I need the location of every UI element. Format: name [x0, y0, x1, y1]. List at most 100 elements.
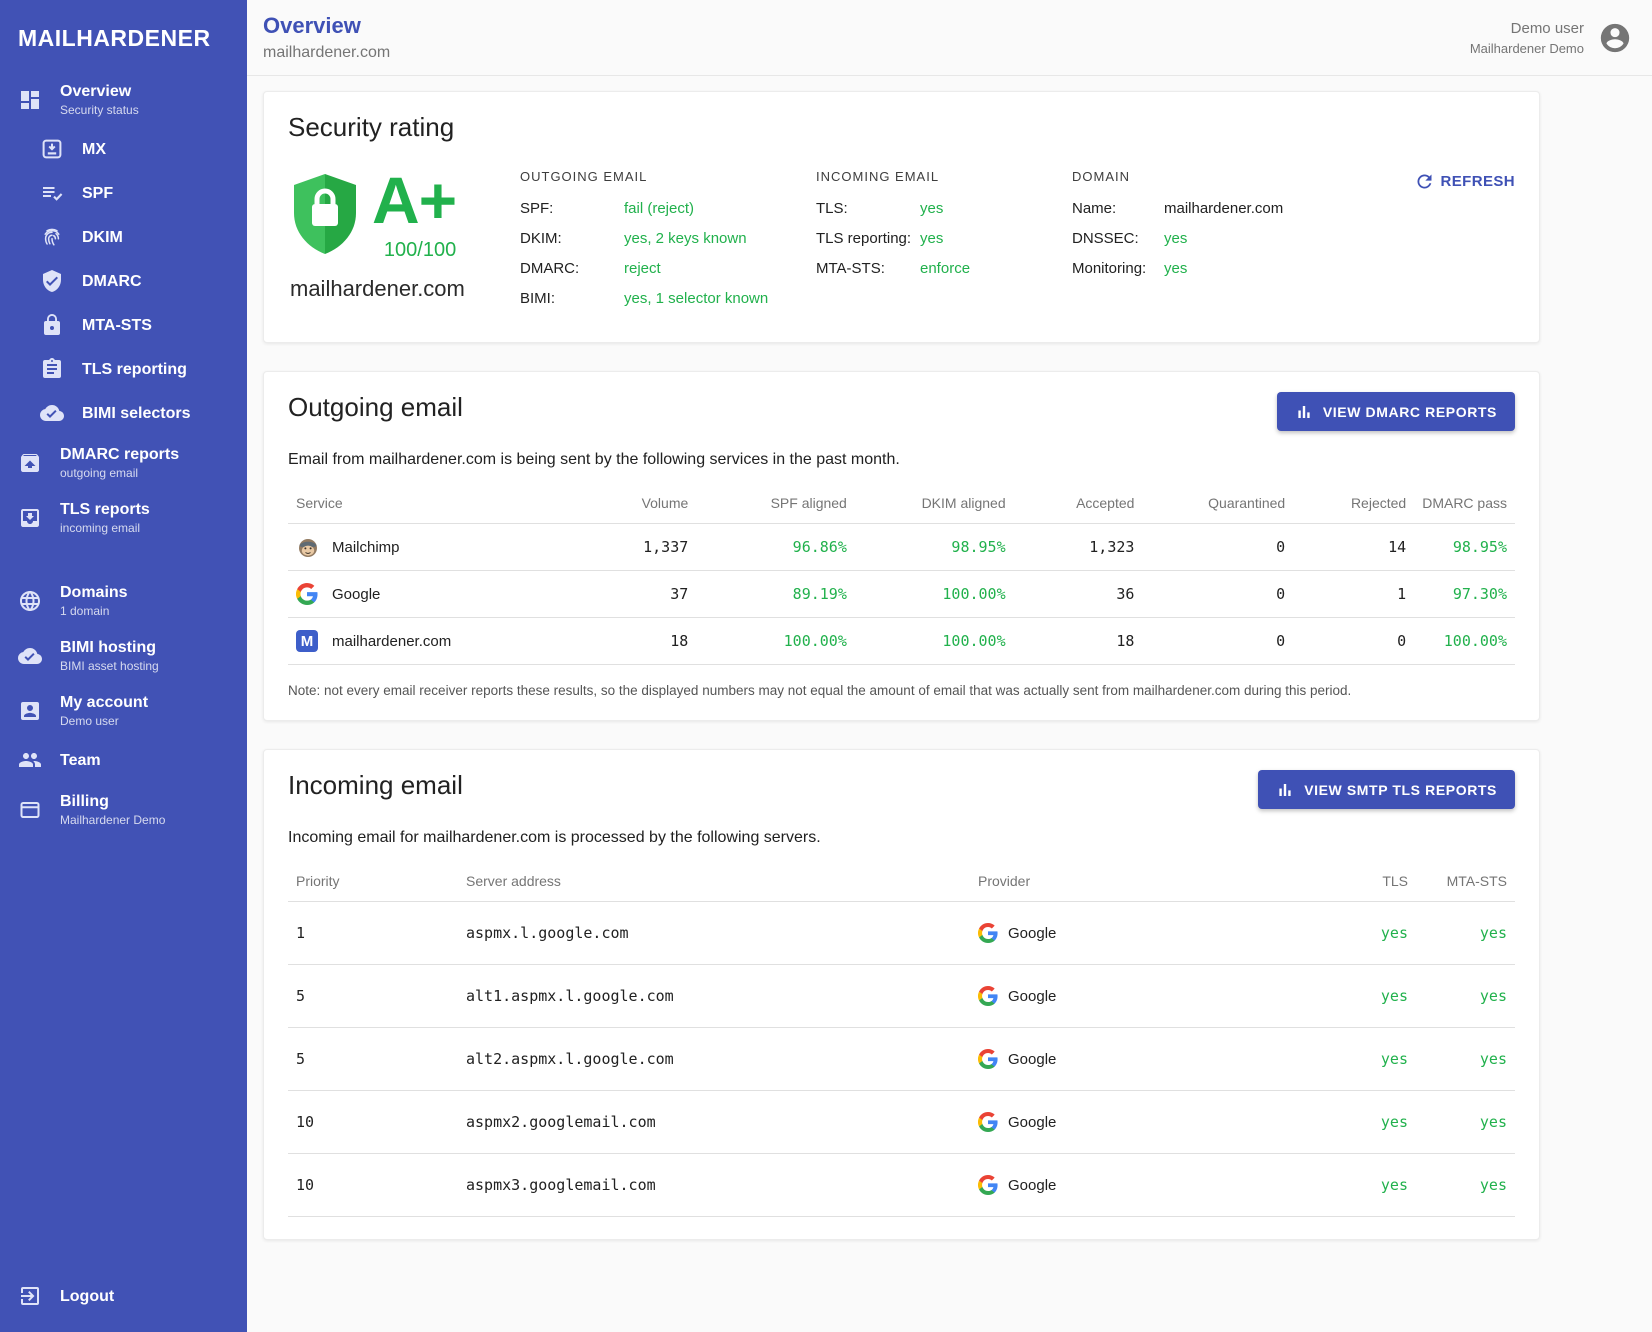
- google-icon: [978, 1175, 998, 1195]
- list-check-icon: [40, 181, 64, 205]
- sidebar-item-bimi-selectors[interactable]: BIMI selectors: [0, 391, 247, 435]
- kv-value: yes: [1164, 230, 1187, 247]
- table-row[interactable]: 5 alt2.aspmx.l.google.com Google yes yes: [288, 1028, 1515, 1091]
- nav-group-gap: [0, 545, 247, 573]
- sidebar-item-dmarc[interactable]: DMARC: [0, 259, 247, 303]
- outgoing-email-description: Email from mailhardener.com is being sen…: [288, 451, 1515, 469]
- main-area: Overview mailhardener.com Demo user Mail…: [247, 0, 1652, 1332]
- kv-label: BIMI:: [520, 290, 624, 307]
- shield-check-icon: [40, 269, 64, 293]
- lock-icon: [40, 313, 64, 337]
- inbox-download-icon: [40, 137, 64, 161]
- sidebar-item-overview[interactable]: OverviewSecurity status: [0, 72, 247, 127]
- account-circle-icon[interactable]: [1598, 21, 1632, 55]
- incoming-email-card: Incoming email VIEW SMTP TLS REPORTS Inc…: [263, 749, 1540, 1240]
- security-rating-title: Security rating: [288, 112, 1515, 143]
- sidebar-item-dmarc-reports[interactable]: DMARC reportsoutgoing email: [0, 435, 247, 490]
- kv-label: DKIM:: [520, 230, 624, 247]
- view-dmarc-reports-button[interactable]: VIEW DMARC REPORTS: [1277, 392, 1515, 431]
- rated-domain: mailhardener.com: [290, 276, 520, 302]
- sidebar-item-bimi-hosting[interactable]: BIMI hostingBIMI asset hosting: [0, 628, 247, 683]
- outgoing-email-table: Service Volume SPF aligned DKIM aligned …: [288, 483, 1515, 665]
- incoming-email-table: Priority Server address Provider TLS MTA…: [288, 861, 1515, 1217]
- page-head: Overview mailhardener.com: [263, 13, 390, 62]
- kv-label: TLS:: [816, 200, 920, 217]
- kv-label: TLS reporting:: [816, 230, 920, 247]
- kv-value: yes, 2 keys known: [624, 230, 747, 247]
- sidebar-item-billing[interactable]: BillingMailhardener Demo: [0, 782, 247, 837]
- sidebar-item-my-account[interactable]: My accountDemo user: [0, 683, 247, 738]
- refresh-icon: [1414, 171, 1435, 192]
- top-bar: Overview mailhardener.com Demo user Mail…: [247, 0, 1652, 76]
- outgoing-email-title: Outgoing email: [288, 392, 463, 423]
- kv-value: yes: [920, 230, 943, 247]
- kv-label: Name:: [1072, 200, 1164, 217]
- kv-label: Monitoring:: [1072, 260, 1164, 277]
- kv-value: enforce: [920, 260, 970, 277]
- sidebar-item-mx[interactable]: MX: [0, 127, 247, 171]
- user-meta: Demo user Mailhardener Demo: [1470, 20, 1584, 56]
- score-block: A+ 100/100 mailhardener.com: [288, 169, 520, 320]
- unarchive-icon: [18, 451, 42, 475]
- sidebar-item-team[interactable]: Team: [0, 738, 247, 782]
- table-row[interactable]: 1 aspmx.l.google.com Google yes yes: [288, 902, 1515, 965]
- kv-label: DMARC:: [520, 260, 624, 277]
- mailchimp-icon: [296, 535, 320, 559]
- outgoing-email-heading: OUTGOING EMAIL: [520, 169, 788, 184]
- sidebar-item-domains[interactable]: Domains1 domain: [0, 573, 247, 628]
- table-row[interactable]: 10 aspmx3.googlemail.com Google yes yes: [288, 1154, 1515, 1217]
- account-box-icon: [18, 699, 42, 723]
- security-rating-card: Security rating A+ 100/100 mailhardener.…: [263, 91, 1540, 343]
- clipboard-icon: [40, 357, 64, 381]
- app-logo: MAILHARDENER: [0, 0, 247, 72]
- globe-icon: [18, 589, 42, 613]
- kv-label: DNSSEC:: [1072, 230, 1164, 247]
- user-area: Demo user Mailhardener Demo: [1470, 20, 1632, 56]
- sidebar: MAILHARDENER OverviewSecurity status MX …: [0, 0, 247, 1332]
- sidebar-item-tls-reporting[interactable]: TLS reporting: [0, 347, 247, 391]
- table-row[interactable]: 5 alt1.aspmx.l.google.com Google yes yes: [288, 965, 1515, 1028]
- table-row[interactable]: 10 aspmx2.googlemail.com Google yes yes: [288, 1091, 1515, 1154]
- kv-label: MTA-STS:: [816, 260, 920, 277]
- google-icon: [978, 923, 998, 943]
- page-subtitle: mailhardener.com: [263, 44, 390, 62]
- user-name: Demo user: [1470, 20, 1584, 37]
- table-row[interactable]: Google 37 89.19% 100.00% 36 0 1 97.30%: [288, 571, 1515, 618]
- kv-value: fail (reject): [624, 200, 694, 217]
- fingerprint-icon: [40, 225, 64, 249]
- kv-value: yes, 1 selector known: [624, 290, 768, 307]
- logout-button[interactable]: Logout: [0, 1274, 247, 1318]
- page-title: Overview: [263, 13, 390, 39]
- user-organization: Mailhardener Demo: [1470, 41, 1584, 56]
- incoming-email-description: Incoming email for mailhardener.com is p…: [288, 829, 1515, 847]
- security-grade: A+: [372, 169, 456, 231]
- shield-lock-icon: [288, 169, 362, 259]
- app-root: MAILHARDENER OverviewSecurity status MX …: [0, 0, 1652, 1332]
- cloud-check-icon: [40, 401, 64, 425]
- sidebar-item-spf[interactable]: SPF: [0, 171, 247, 215]
- google-icon: [978, 986, 998, 1006]
- mailhardener-icon: M: [296, 629, 320, 653]
- kv-value: yes: [920, 200, 943, 217]
- incoming-email-heading: INCOMING EMAIL: [816, 169, 1044, 184]
- refresh-button[interactable]: REFRESH: [1414, 169, 1515, 193]
- table-row[interactable]: Mailchimp 1,337 96.86% 98.95% 1,323 0 14…: [288, 524, 1515, 571]
- cloud-check-icon: [18, 644, 42, 668]
- table-row[interactable]: Mmailhardener.com 18 100.00% 100.00% 18 …: [288, 618, 1515, 665]
- google-icon: [978, 1049, 998, 1069]
- outgoing-email-card: Outgoing email VIEW DMARC REPORTS Email …: [263, 371, 1540, 721]
- move-to-inbox-icon: [18, 506, 42, 530]
- kv-label: SPF:: [520, 200, 624, 217]
- view-smtp-tls-reports-button[interactable]: VIEW SMTP TLS REPORTS: [1258, 770, 1515, 809]
- logout-icon: [18, 1284, 42, 1308]
- sidebar-item-mta-sts[interactable]: MTA-STS: [0, 303, 247, 347]
- sidebar-nav: OverviewSecurity status MX SPF DKIM DMAR…: [0, 72, 247, 837]
- outgoing-email-note: Note: not every email receiver reports t…: [288, 683, 1515, 698]
- incoming-email-title: Incoming email: [288, 770, 463, 801]
- sidebar-item-dkim[interactable]: DKIM: [0, 215, 247, 259]
- sidebar-item-tls-reports[interactable]: TLS reportsincoming email: [0, 490, 247, 545]
- dashboard-icon: [18, 88, 42, 112]
- kv-value: mailhardener.com: [1164, 200, 1283, 217]
- people-icon: [18, 748, 42, 772]
- security-score: 100/100: [384, 239, 456, 262]
